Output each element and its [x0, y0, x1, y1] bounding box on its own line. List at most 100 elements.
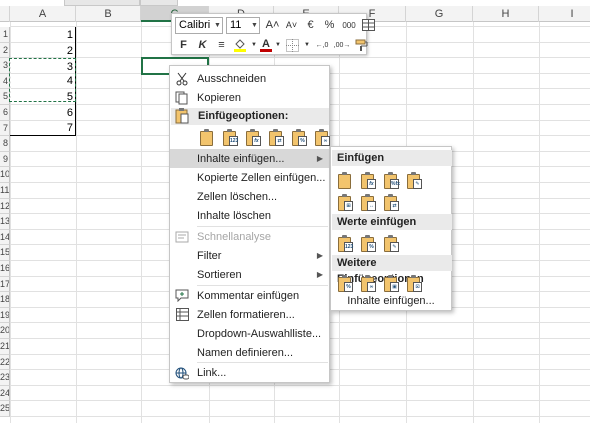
row-header[interactable]: 16 — [0, 261, 10, 277]
font-size-combo[interactable]: 11 ▼ — [226, 16, 260, 34]
menu-item-label: Kommentar einfügen — [197, 289, 300, 302]
grow-font-button[interactable]: A˄ — [264, 17, 281, 34]
row-header[interactable]: 12 — [0, 198, 10, 215]
paste-option-link[interactable]: ∞ — [312, 126, 331, 146]
shrink-font-button[interactable]: A˅ — [283, 17, 300, 34]
format-table-button[interactable] — [360, 17, 377, 34]
fill-color-button[interactable] — [232, 37, 248, 54]
menu-item-link[interactable]: Link... — [170, 363, 329, 382]
row-header[interactable]: 17 — [0, 276, 10, 293]
row-header[interactable]: 11 — [0, 183, 10, 199]
submenu-paste-transpose[interactable]: ⇄ — [381, 191, 400, 211]
row-header[interactable]: 13 — [0, 214, 10, 230]
row-header[interactable]: 23 — [0, 370, 10, 386]
menu-item-insert-copied-cells[interactable]: Kopierte Zellen einfügen... — [170, 168, 329, 187]
submenu-paste-link[interactable]: ∞ — [358, 272, 377, 292]
menu-item-cut[interactable]: Ausschneiden — [170, 69, 329, 88]
menu-item-clear-contents[interactable]: Inhalte löschen — [170, 206, 329, 225]
row-header[interactable]: 21 — [0, 339, 10, 355]
row-header[interactable]: 2 — [0, 42, 10, 59]
cell-a1[interactable]: 1 — [10, 27, 76, 43]
row-header[interactable]: 22 — [0, 354, 10, 371]
menu-item-sort[interactable]: Sortieren ▶ — [170, 265, 329, 284]
italic-button[interactable]: K — [194, 37, 211, 54]
font-color-icon: A — [262, 37, 270, 50]
percent-format-button[interactable]: % — [321, 17, 338, 34]
submenu-paste-keep-source[interactable]: ✎ — [404, 169, 423, 189]
row-header[interactable]: 20 — [0, 323, 10, 339]
row-header[interactable]: 1 — [0, 27, 10, 43]
format-painter-button[interactable] — [353, 37, 370, 54]
row-header[interactable]: 9 — [0, 151, 10, 168]
select-all-corner[interactable] — [0, 6, 10, 22]
column-header-a[interactable]: A — [10, 6, 76, 22]
submenu-paste-column-width[interactable]: ↔ — [358, 191, 377, 211]
row-header[interactable]: 15 — [0, 245, 10, 261]
row-header[interactable]: 6 — [0, 105, 10, 121]
row-header[interactable]: 19 — [0, 307, 10, 324]
submenu-paste-formatting[interactable]: % — [335, 272, 354, 292]
submenu-paste-values-number[interactable]: % — [358, 232, 377, 252]
row-header[interactable]: 8 — [0, 136, 10, 152]
paste-option-formatting[interactable]: % — [289, 126, 308, 146]
paste-option-formulas[interactable]: fx — [243, 126, 262, 146]
cell-a7[interactable]: 7 — [10, 120, 76, 136]
column-header-b[interactable]: B — [76, 6, 141, 22]
context-menu: Ausschneiden Kopieren Einfügeoptionen: 1… — [169, 65, 330, 383]
percent-icon: % — [324, 19, 335, 31]
chevron-down-icon: ▼ — [214, 21, 221, 29]
row-header[interactable]: 24 — [0, 385, 10, 402]
row-header[interactable]: 18 — [0, 292, 10, 308]
menu-item-copy[interactable]: Kopieren — [170, 88, 329, 107]
row-header[interactable]: 14 — [0, 229, 10, 246]
menu-item-filter[interactable]: Filter ▶ — [170, 246, 329, 265]
font-color-button[interactable]: A — [260, 37, 272, 54]
row-header[interactable]: 10 — [0, 167, 10, 183]
submenu-paste-icon[interactable] — [335, 169, 354, 189]
align-center-icon: ≡ — [218, 39, 225, 51]
submenu-paste-no-borders[interactable]: ⊞ — [335, 191, 354, 211]
menu-item-format-cells[interactable]: Zellen formatieren... — [170, 305, 329, 324]
spreadsheet: A B C D E F G H I 1234567891011121314151… — [0, 0, 590, 423]
cell-a6[interactable]: 6 — [10, 105, 76, 121]
bold-button[interactable]: F — [175, 37, 192, 54]
submenu-paste-picture[interactable]: ▣ — [381, 272, 400, 292]
menu-item-paste-special[interactable]: Inhalte einfügen... ▶ — [170, 149, 329, 168]
font-name-combo[interactable]: Calibri ▼ — [175, 16, 223, 34]
currency-format-button[interactable]: € — [302, 17, 319, 34]
font-color-dropdown[interactable]: ▼ — [274, 37, 282, 54]
cell-a2[interactable]: 2 — [10, 43, 76, 59]
submenu-paste-values[interactable]: 123 — [335, 232, 354, 252]
submenu-paste-linked-picture[interactable]: ⊡ — [404, 272, 423, 292]
menu-item-label: Schnellanalyse — [197, 230, 271, 243]
column-header-i[interactable]: I — [539, 6, 590, 22]
row-gridline — [10, 416, 590, 417]
row-gridline — [10, 400, 590, 402]
align-button[interactable]: ≡ — [213, 37, 230, 54]
fill-color-dropdown[interactable]: ▼ — [250, 37, 258, 54]
row-header[interactable]: 25 — [0, 401, 10, 417]
submenu-paste-values-source[interactable]: ✎ — [381, 232, 400, 252]
submenu-paste-special-link[interactable]: Inhalte einfügen... — [331, 292, 451, 310]
menu-item-insert-comment[interactable]: Kommentar einfügen — [170, 286, 329, 305]
copy-marquee — [9, 58, 76, 102]
paste-option-values[interactable]: 123 — [220, 126, 239, 146]
paste-option-transpose[interactable]: ⇄ — [266, 126, 285, 146]
menu-item-delete-cells[interactable]: Zellen löschen... — [170, 187, 329, 206]
submenu-paste-formulas[interactable]: fx — [358, 169, 377, 189]
menu-item-label: Zellen formatieren... — [197, 308, 295, 321]
column-header-h[interactable]: H — [473, 6, 539, 22]
menu-item-define-name[interactable]: Namen definieren... — [170, 343, 329, 362]
column-gridline — [473, 22, 474, 423]
submenu-paste-formulas-number[interactable]: %fx — [381, 169, 400, 189]
thousands-icon: 000 — [342, 20, 356, 30]
increase-decimal-button[interactable]: ←,0 — [313, 37, 331, 54]
column-header-g[interactable]: G — [406, 6, 473, 22]
borders-dropdown[interactable]: ▼ — [303, 37, 311, 54]
row-header[interactable]: 7 — [0, 120, 10, 137]
decrease-decimal-button[interactable]: ,00→ — [333, 37, 351, 54]
paste-option-paste[interactable] — [197, 126, 216, 146]
borders-button[interactable] — [284, 37, 301, 54]
menu-item-dropdown-list[interactable]: Dropdown-Auswahlliste... — [170, 324, 329, 343]
thousands-separator-button[interactable]: 000 — [340, 17, 358, 34]
